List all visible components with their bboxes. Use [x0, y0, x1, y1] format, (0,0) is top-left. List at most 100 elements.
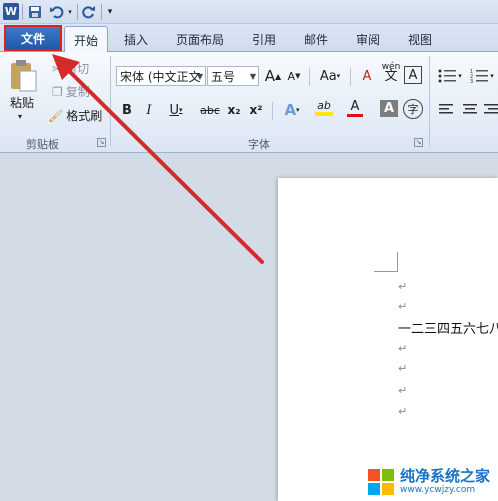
font-group-label: 字体 [248, 138, 270, 151]
align-left-icon[interactable] [436, 100, 456, 120]
paragraph-mark: ↵ [398, 342, 408, 355]
phonetic-guide-button[interactable]: wén 文 [381, 62, 401, 84]
svg-text:3: 3 [470, 79, 473, 83]
font-name-value: 宋体 (中文正文 [120, 69, 201, 84]
quick-access-toolbar: W ▾ ▾ [0, 0, 498, 24]
bullets-button[interactable]: ▾ [436, 66, 464, 86]
tab-view[interactable]: 视图 [400, 26, 440, 52]
paste-icon[interactable] [6, 58, 40, 94]
chevron-down-icon: ▼ [249, 72, 256, 81]
paragraph-mark: ↵ [398, 405, 408, 418]
text-effects-button[interactable]: A ▾ [280, 100, 304, 120]
copy-label: 复制 [65, 85, 90, 99]
highlight-color-swatch [315, 112, 333, 116]
save-icon[interactable] [27, 3, 43, 20]
document-page[interactable] [278, 178, 498, 501]
undo-dropdown-icon[interactable]: ▾ [66, 3, 74, 20]
bold-button[interactable]: B [118, 100, 136, 120]
font-color-button[interactable]: A [342, 98, 368, 118]
strikethrough-icon: abc [200, 103, 220, 117]
tab-file[interactable]: 文件 [4, 25, 62, 51]
subscript-button[interactable]: x₂ [225, 100, 243, 120]
qat-separator [101, 4, 102, 20]
cut-label: 剪切 [65, 62, 90, 76]
italic-icon: I [146, 102, 152, 118]
enclose-characters-button[interactable]: 字 [403, 99, 423, 119]
superscript-icon: x² [249, 103, 263, 117]
underline-button[interactable]: U ▾ [163, 100, 189, 120]
highlight-icon: ab [317, 99, 331, 112]
underline-icon: U [169, 102, 179, 118]
tab-page-layout[interactable]: 页面布局 [168, 26, 232, 52]
character-shading-icon: A [383, 101, 395, 116]
margin-corner-mark [374, 252, 398, 272]
document-text-line[interactable]: 一二三四五六七八 [398, 318, 498, 337]
cut-button[interactable]: ✂ 剪切 [52, 60, 89, 77]
paragraph-mark: ↵ [398, 300, 408, 313]
group-separator [429, 56, 430, 146]
change-case-icon: Aa [319, 68, 337, 84]
watermark-url: www.ycwjzy.com [400, 484, 476, 495]
character-border-icon: A [408, 67, 418, 83]
font-name-select[interactable]: 宋体 (中文正文 ▼ [116, 66, 206, 86]
paragraph-mark: ↵ [398, 362, 408, 375]
ribbon-home: 粘贴 ▾ ✂ 剪切 ❐ 复制 🖌 格式刷 剪贴板 ↘ 宋体 (中文正文 ▼ 五号… [0, 52, 498, 153]
separator [350, 68, 351, 86]
format-painter-icon: 🖌 [48, 108, 64, 123]
clear-formatting-button[interactable]: A [358, 66, 376, 86]
format-painter-button[interactable]: 🖌 格式刷 [48, 107, 102, 124]
align-right-icon[interactable] [484, 100, 498, 120]
numbering-icon: 123 [470, 69, 489, 83]
paste-dropdown-icon[interactable]: ▾ [18, 112, 22, 121]
highlight-button[interactable]: ab [310, 98, 338, 118]
tab-review[interactable]: 审阅 [348, 26, 388, 52]
group-separator [110, 56, 111, 146]
paragraph-mark: ↵ [398, 280, 408, 293]
character-border-button[interactable]: A [404, 66, 422, 84]
paragraph-mark: ↵ [398, 384, 408, 397]
clipboard-launcher-icon[interactable]: ↘ [97, 138, 106, 147]
tab-insert[interactable]: 插入 [116, 26, 156, 52]
copy-button[interactable]: ❐ 复制 [52, 83, 90, 100]
clear-formatting-icon: A [362, 68, 372, 84]
format-painter-label: 格式刷 [66, 109, 103, 123]
cut-icon: ✂ [52, 61, 63, 76]
watermark-title: 纯净系统之家 [400, 466, 491, 485]
separator [272, 102, 273, 120]
word-app-icon[interactable]: W [3, 3, 19, 20]
customize-qat-icon[interactable]: ▾ [105, 3, 115, 20]
numbering-button[interactable]: 123 ▾ [468, 66, 496, 86]
font-color-swatch [347, 113, 363, 117]
character-shading-button[interactable]: A [380, 100, 398, 117]
redo-icon[interactable] [81, 3, 97, 20]
grow-font-button[interactable]: A ▲ [264, 66, 282, 86]
font-size-value: 五号 [211, 69, 236, 84]
shrink-font-button[interactable]: A ▼ [285, 66, 303, 86]
undo-icon[interactable] [48, 3, 66, 20]
align-center-icon[interactable] [460, 100, 480, 120]
bullets-icon [438, 69, 457, 83]
chevron-down-icon: ▼ [196, 72, 203, 81]
separator [309, 68, 310, 86]
shrink-font-icon: A [287, 69, 296, 83]
grow-font-icon: A [264, 67, 276, 85]
bold-icon: B [122, 102, 132, 118]
windows-logo-icon [366, 467, 396, 497]
italic-button[interactable]: I [140, 100, 158, 120]
qat-separator [77, 4, 78, 20]
strikethrough-button[interactable]: abc [198, 100, 222, 120]
paste-label[interactable]: 粘贴 [10, 94, 34, 111]
tab-mailings[interactable]: 邮件 [296, 26, 336, 52]
ribbon-tabs: 文件 开始 插入 页面布局 引用 邮件 审阅 视图 [0, 24, 498, 53]
change-case-button[interactable]: Aa ▾ [316, 66, 344, 86]
tab-references[interactable]: 引用 [244, 26, 284, 52]
superscript-button[interactable]: x² [247, 100, 265, 120]
font-launcher-icon[interactable]: ↘ [414, 138, 423, 147]
font-color-icon: A [350, 98, 360, 114]
qat-separator [22, 4, 23, 20]
site-watermark: 纯净系统之家 www.ycwjzy.com [366, 462, 498, 501]
subscript-icon: x₂ [227, 103, 241, 117]
font-size-select[interactable]: 五号 ▼ [207, 66, 259, 86]
text-effects-icon: A [284, 101, 297, 119]
tab-home[interactable]: 开始 [64, 26, 108, 53]
